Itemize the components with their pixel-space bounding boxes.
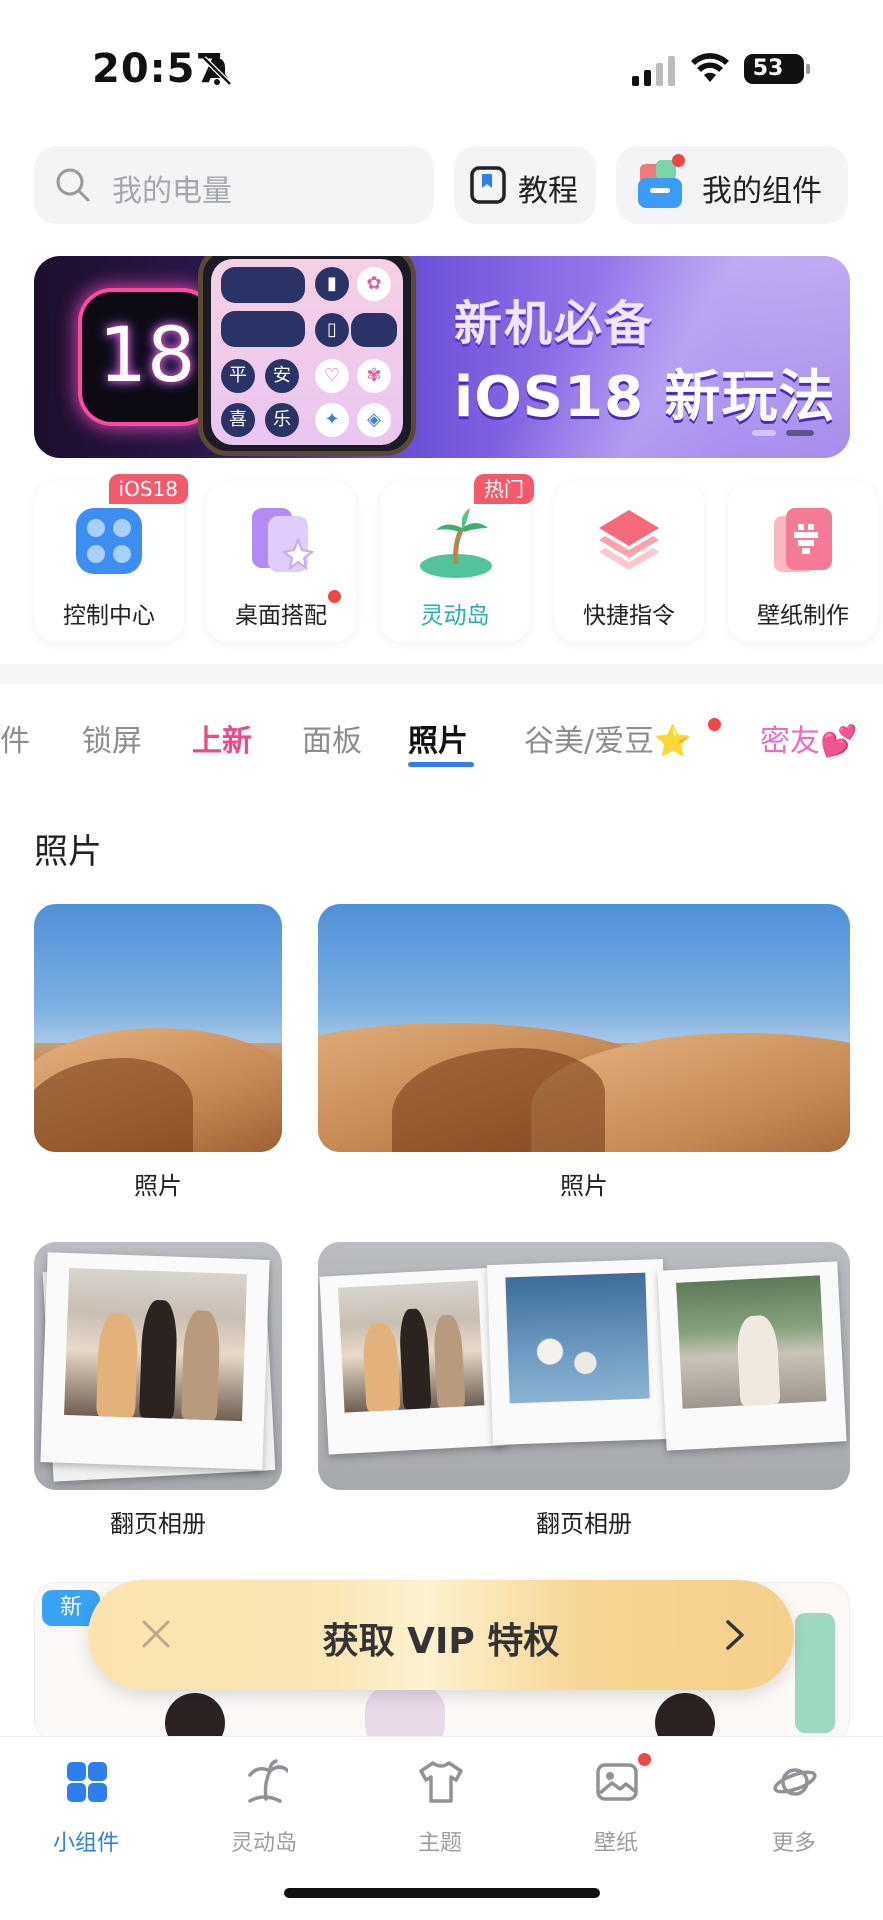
tutorial-button[interactable]: 教程	[454, 146, 596, 224]
wallpaper-icon	[596, 1763, 638, 1801]
phone-char-2: 安	[265, 359, 299, 393]
flip-album-widget-small[interactable]	[34, 1242, 282, 1490]
category-row: 控制中心 iOS18 桌面搭配 灵动岛 热门 快捷指令 壁纸制作	[0, 474, 883, 650]
flip-album-widget-medium[interactable]	[318, 1242, 850, 1490]
widgets-icon	[67, 1762, 107, 1802]
tabbar-theme[interactable]: 主题	[380, 1759, 500, 1869]
widget-label: 翻页相册	[536, 1510, 632, 1538]
tab-partial[interactable]: 件	[0, 716, 30, 760]
tabbar-label: 更多	[771, 1831, 816, 1856]
tutorial-label: 教程	[518, 174, 578, 209]
phone-mockup: ▮ ✿ ▯ 平 安 ♡ ✾ 喜 乐 ✦ ◈	[198, 256, 416, 456]
promo-banner[interactable]: 18 ▮ ✿ ▯ 平 安 ♡ ✾ 喜 乐 ✦ ◈ 新机必备 iOS18 新玩法	[34, 256, 850, 458]
tabbar-widgets[interactable]: 小组件	[26, 1759, 146, 1869]
banner-title-line1: 新机必备	[454, 296, 655, 352]
vip-banner[interactable]: 获取 VIP 特权	[88, 1580, 794, 1690]
widget-label: 照片	[134, 1172, 182, 1200]
home-indicator	[284, 1888, 600, 1898]
notification-dot	[708, 718, 721, 731]
status-bar: 20:57 53	[0, 0, 883, 110]
category-label: 快捷指令	[583, 603, 675, 629]
tab-new[interactable]: 上新	[192, 716, 252, 760]
notification-dot	[672, 154, 685, 167]
my-widgets-label: 我的组件	[702, 174, 822, 209]
category-control-center[interactable]: 控制中心 iOS18	[34, 474, 188, 642]
island-icon	[248, 1759, 288, 1803]
tabbar-more[interactable]: 更多	[734, 1759, 854, 1869]
tabbar-label: 灵动岛	[230, 1831, 297, 1856]
tab-idol[interactable]: 谷美/爱豆⭐	[524, 716, 691, 760]
hot-badge: 热门	[474, 474, 534, 504]
tab-photos[interactable]: 照片	[408, 716, 468, 760]
phone-char-3: 喜	[221, 403, 255, 437]
section-divider	[0, 664, 883, 684]
search-placeholder: 我的电量	[112, 174, 232, 209]
widget-label: 照片	[560, 1172, 608, 1200]
tab-lockscreen[interactable]: 锁屏	[82, 716, 142, 760]
bell-slash-icon	[202, 56, 232, 86]
my-widgets-button[interactable]: 我的组件	[616, 146, 848, 224]
photo-widget-small[interactable]	[34, 904, 282, 1152]
tab-bestie[interactable]: 密友💕	[760, 716, 857, 760]
search-input[interactable]: 我的电量	[34, 146, 434, 224]
tabbar-label: 主题	[417, 1831, 462, 1856]
category-shortcuts[interactable]: 快捷指令	[554, 482, 704, 642]
wallpaper-maker-icon	[774, 508, 832, 572]
bookmark-icon	[470, 166, 506, 204]
tabbar-wallpaper[interactable]: 壁纸	[556, 1753, 676, 1869]
dynamic-island-icon	[420, 508, 492, 578]
chevron-right-icon	[726, 1620, 744, 1650]
shortcuts-icon	[599, 510, 659, 570]
control-center-icon	[76, 508, 142, 574]
category-label: 灵动岛	[420, 603, 490, 629]
desktop-match-icon	[252, 508, 315, 572]
tabbar-label: 壁纸	[593, 1831, 638, 1856]
category-label: 控制中心	[63, 603, 155, 629]
tabbar-label: 小组件	[52, 1831, 119, 1856]
phone-char-4: 乐	[265, 403, 299, 437]
category-tabs: 件 锁屏 上新 面板 照片 谷美/爱豆⭐ 密友💕	[0, 700, 883, 774]
planet-icon	[773, 1768, 817, 1796]
notification-dot	[328, 590, 341, 603]
widget-label: 翻页相册	[110, 1510, 206, 1538]
notification-dot	[638, 1753, 651, 1766]
banner-title-line2: iOS18 新玩法	[454, 365, 836, 430]
ios18-badge: iOS18	[108, 474, 188, 504]
battery-icon: 53	[744, 54, 810, 84]
cellular-signal-icon	[632, 56, 675, 86]
tab-panel[interactable]: 面板	[302, 716, 362, 760]
vip-text: 获取 VIP 特权	[322, 1621, 560, 1662]
battery-level: 53	[752, 56, 784, 81]
category-dynamic-island[interactable]: 灵动岛 热门	[380, 474, 534, 642]
tshirt-icon	[419, 1761, 463, 1803]
wifi-icon	[691, 53, 729, 82]
tabbar-island[interactable]: 灵动岛	[204, 1759, 324, 1869]
section-title: 照片	[34, 832, 102, 872]
active-tab-indicator	[408, 762, 474, 767]
search-icon	[56, 168, 90, 202]
ios18-number: 18	[98, 310, 196, 399]
phone-char-1: 平	[221, 359, 255, 393]
category-label: 壁纸制作	[757, 603, 849, 629]
category-wallpaper-maker[interactable]: 壁纸制作	[728, 482, 878, 642]
photo-widget-medium[interactable]	[318, 904, 850, 1152]
category-desktop-match[interactable]: 桌面搭配	[206, 482, 356, 642]
ios18-logo: 18	[82, 292, 212, 422]
